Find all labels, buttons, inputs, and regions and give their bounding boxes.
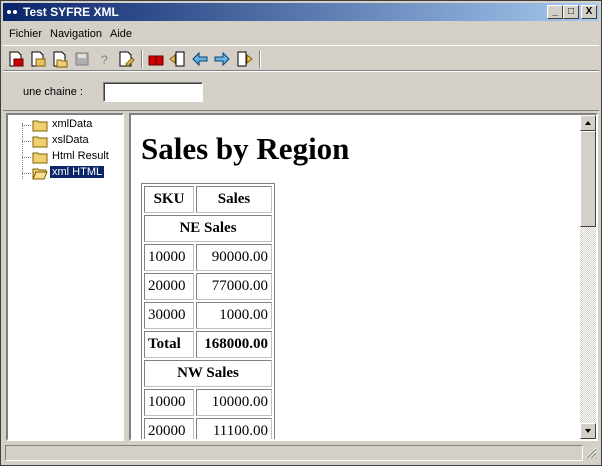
window-title: Test SYFRE XML [23, 5, 119, 19]
sales-cell: 10000.00 [196, 389, 272, 416]
sales-table: SKU Sales NE Sales 10000 90000.00 20000 … [141, 183, 275, 439]
html-document: Sales by Region SKU Sales NE Sales 10000… [131, 115, 580, 439]
sales-cell: 1000.00 [196, 302, 272, 329]
sku-cell: 10000 [144, 244, 194, 271]
open-folder-doc-icon[interactable] [51, 50, 69, 68]
chaine-input[interactable] [103, 82, 203, 102]
edit-doc-icon[interactable] [117, 50, 135, 68]
status-bar [3, 444, 599, 463]
minimize-button[interactable]: _ [547, 5, 563, 19]
scroll-up-button[interactable] [580, 115, 596, 131]
sku-cell: 20000 [144, 418, 194, 439]
maximize-button[interactable]: □ [563, 5, 579, 19]
table-row: 20000 11100.00 [144, 418, 272, 439]
folder-icon [32, 120, 48, 132]
sku-cell: 20000 [144, 273, 194, 300]
report-title: Sales by Region [141, 131, 350, 166]
folder-icon [32, 152, 48, 164]
new-doc-icon[interactable] [7, 50, 25, 68]
tree-line [22, 173, 31, 174]
save-icon[interactable] [73, 50, 91, 68]
app-icon [7, 10, 17, 14]
main-window: Test SYFRE XML _ □ X Fichier Navigation … [0, 0, 602, 466]
sku-header: SKU [144, 186, 194, 213]
status-panel [5, 445, 583, 461]
group-row: NW Sales [144, 360, 272, 387]
tree-view[interactable]: xmlData xslData Html Result xml HTML [6, 113, 124, 441]
back-doc-icon[interactable] [169, 50, 187, 68]
resize-grip-icon[interactable] [585, 447, 597, 459]
menu-navigation[interactable]: Navigation [50, 28, 102, 40]
vertical-scrollbar[interactable] [580, 115, 596, 439]
back-arrow-icon[interactable] [191, 50, 209, 68]
table-row: 30000 1000.00 [144, 302, 272, 329]
browser-view[interactable]: Sales by Region SKU Sales NE Sales 10000… [129, 113, 598, 441]
sku-cell: 10000 [144, 389, 194, 416]
tree-node-xmldata[interactable]: xmlData [8, 117, 118, 133]
total-value: 168000.00 [196, 331, 272, 358]
table-row: 10000 90000.00 [144, 244, 272, 271]
table-header-row: SKU Sales [144, 186, 272, 213]
sales-cell: 90000.00 [196, 244, 272, 271]
search-bar: une chaine : [3, 71, 599, 111]
table-row: 20000 77000.00 [144, 273, 272, 300]
toolbar-separator [259, 50, 261, 68]
toolbar-separator [141, 50, 143, 68]
total-row: Total 168000.00 [144, 331, 272, 358]
menu-aide[interactable]: Aide [110, 28, 132, 40]
sales-cell: 11100.00 [196, 418, 272, 439]
scroll-down-button[interactable] [580, 423, 596, 439]
group-name: NE Sales [144, 215, 272, 242]
sku-cell: 30000 [144, 302, 194, 329]
total-label: Total [144, 331, 194, 358]
books-icon[interactable] [147, 50, 165, 68]
sales-cell: 77000.00 [196, 273, 272, 300]
help-icon[interactable]: ? [95, 50, 113, 68]
tree-line [22, 141, 31, 142]
scroll-thumb[interactable] [580, 131, 596, 227]
chaine-label: une chaine : [23, 86, 83, 98]
svg-text:?: ? [101, 53, 108, 67]
menu-fichier[interactable]: Fichier [9, 28, 42, 40]
tree-node-xsldata[interactable]: xslData [8, 133, 118, 149]
group-name: NW Sales [144, 360, 272, 387]
group-row: NE Sales [144, 215, 272, 242]
tree-line [22, 157, 31, 158]
tree-node-xml-html[interactable]: xml HTML [8, 165, 118, 181]
tree-item-label: xml HTML [48, 165, 106, 179]
tree-node-html-result[interactable]: Html Result [8, 149, 118, 165]
arrow-up-icon [585, 121, 591, 125]
sales-header: Sales [196, 186, 272, 213]
tree-line [22, 125, 31, 126]
tree-item-label: Html Result [52, 150, 109, 162]
toolbar: ? [3, 45, 599, 71]
table-row: 10000 10000.00 [144, 389, 272, 416]
close-button[interactable]: X [581, 5, 597, 19]
open-doc-icon[interactable] [29, 50, 47, 68]
forward-doc-icon[interactable] [235, 50, 253, 68]
tree-item-label: xmlData [52, 118, 93, 130]
folder-icon [32, 136, 48, 148]
title-bar[interactable]: Test SYFRE XML _ □ X [3, 3, 599, 21]
forward-arrow-icon[interactable] [213, 50, 231, 68]
arrow-down-icon [585, 429, 591, 433]
open-folder-icon [32, 168, 48, 180]
tree-item-label: xslData [52, 134, 89, 146]
